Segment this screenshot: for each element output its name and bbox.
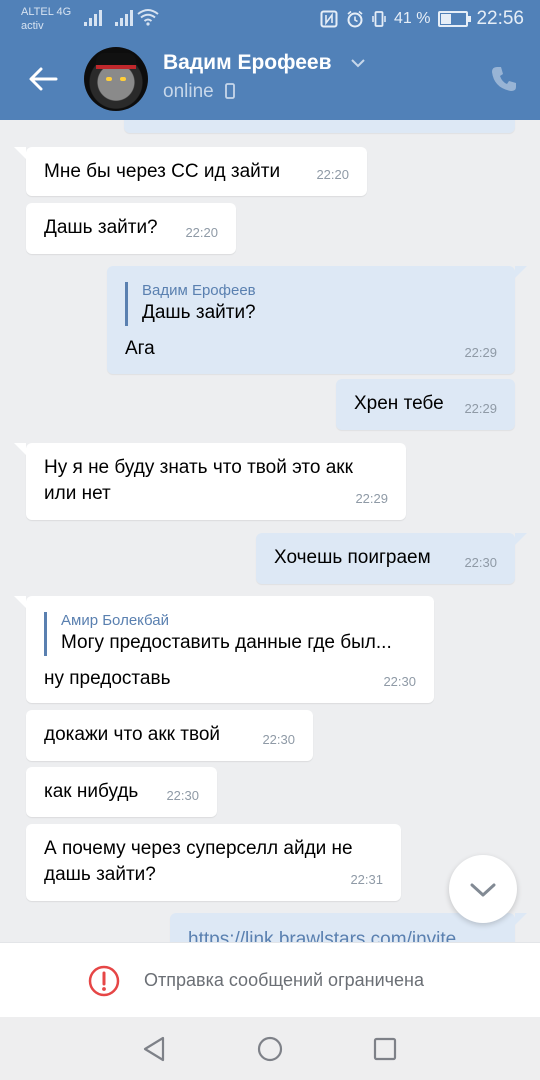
carrier-label: ALTEL 4G activ bbox=[21, 6, 72, 32]
reply-text: Могу предоставить данные где был... bbox=[61, 632, 392, 653]
message-bubble-in[interactable]: Мне бы через СС ид зайти 22:20 bbox=[14, 147, 367, 196]
message-time: 22:20 bbox=[316, 167, 349, 182]
wifi-icon bbox=[137, 9, 159, 26]
battery-icon bbox=[438, 11, 472, 27]
mobile-icon bbox=[225, 83, 235, 99]
signal-icon bbox=[84, 10, 104, 26]
chevron-down-icon[interactable] bbox=[350, 58, 366, 68]
presence-status: online bbox=[163, 81, 235, 103]
message-bubble-in[interactable]: А почему через суперселл айди не дашь за… bbox=[26, 824, 401, 901]
message-time: 22:30 bbox=[383, 674, 416, 689]
message-time: 22:30 bbox=[464, 555, 497, 570]
message-list[interactable]: Мне бы через СС ид зайти 22:20 Дашь зайт… bbox=[0, 120, 540, 942]
alarm-icon bbox=[347, 10, 363, 28]
message-bubble-out[interactable]: Вадим Ерофеев Дашь зайти? Ага 22:29 bbox=[107, 266, 527, 374]
reply-text: Дашь зайти? bbox=[142, 302, 256, 323]
status-bar: ALTEL 4G activ 41 % 22:56 bbox=[0, 0, 540, 38]
clock: 22:56 bbox=[476, 8, 524, 29]
message-text: Ага bbox=[125, 338, 155, 359]
message-time: 22:29 bbox=[464, 345, 497, 360]
message-time: 22:29 bbox=[355, 491, 388, 506]
reply-quote[interactable]: Амир Болекбай Могу предоставить данные г… bbox=[44, 612, 392, 656]
chevron-down-icon bbox=[470, 883, 496, 897]
message-bubble-out[interactable]: Хрен тебе 22:29 bbox=[336, 379, 515, 430]
sending-restricted-banner: Отправка сообщений ограничена bbox=[0, 942, 540, 1018]
reply-author: Амир Болекбай bbox=[61, 612, 170, 629]
message-time: 22:30 bbox=[262, 732, 295, 747]
battery-percent: 41 % bbox=[393, 10, 431, 27]
message-bubble-in[interactable]: как нибудь 22:30 bbox=[26, 767, 217, 817]
contact-name[interactable]: Вадим Ерофеев bbox=[163, 51, 331, 75]
signal-icon bbox=[115, 10, 135, 26]
message-text: как нибудь bbox=[44, 781, 139, 802]
message-time: 22:31 bbox=[350, 872, 383, 887]
message-bubble-in[interactable]: Ну я не буду знать что твой это акк или … bbox=[14, 443, 406, 520]
chat-header: Вадим Ерофеев online bbox=[0, 38, 540, 120]
scroll-down-button[interactable] bbox=[449, 855, 517, 923]
arrow-left-icon[interactable] bbox=[26, 62, 60, 96]
reply-quote[interactable]: Вадим Ерофеев Дашь зайти? bbox=[125, 282, 256, 326]
message-bubble-out[interactable]: Хочешь поиграем 22:30 bbox=[256, 533, 527, 584]
message-link[interactable]: https://link.brawlstars.com/invite bbox=[188, 927, 456, 942]
message-bubble-out[interactable] bbox=[124, 120, 515, 133]
message-bubble-in[interactable]: Дашь зайти? 22:20 bbox=[26, 203, 236, 254]
message-text: Ну я не буду знать что твой это акк или … bbox=[44, 457, 353, 504]
nfc-icon bbox=[320, 10, 338, 28]
nav-home-icon[interactable] bbox=[257, 1036, 283, 1062]
message-text: А почему через суперселл айди не дашь за… bbox=[44, 838, 353, 885]
restriction-text: Отправка сообщений ограничена bbox=[144, 970, 424, 990]
nav-recents-icon[interactable] bbox=[373, 1037, 397, 1061]
reply-author: Вадим Ерофеев bbox=[142, 282, 256, 299]
message-text: Мне бы через СС ид зайти bbox=[44, 161, 281, 182]
alert-circle-icon bbox=[88, 965, 120, 997]
message-time: 22:20 bbox=[185, 225, 218, 240]
message-text: докажи что акк твой bbox=[44, 724, 221, 745]
message-text: Дашь зайти? bbox=[44, 217, 158, 238]
status-right: 41 % 22:56 bbox=[320, 8, 524, 30]
vibrate-icon bbox=[372, 11, 386, 27]
message-bubble-in[interactable]: Амир Болекбай Могу предоставить данные г… bbox=[14, 596, 434, 703]
message-bubble-in[interactable]: докажи что акк твой 22:30 bbox=[26, 710, 313, 761]
system-nav-bar bbox=[0, 1017, 540, 1080]
phone-icon[interactable] bbox=[489, 64, 519, 94]
nav-back-icon[interactable] bbox=[142, 1036, 166, 1062]
avatar[interactable] bbox=[84, 47, 148, 111]
message-text: Хрен тебе bbox=[354, 393, 444, 414]
message-time: 22:30 bbox=[166, 788, 199, 803]
message-time: 22:29 bbox=[464, 401, 497, 416]
message-text: ну предоставь bbox=[44, 668, 171, 689]
message-text: Хочешь поиграем bbox=[274, 547, 431, 568]
